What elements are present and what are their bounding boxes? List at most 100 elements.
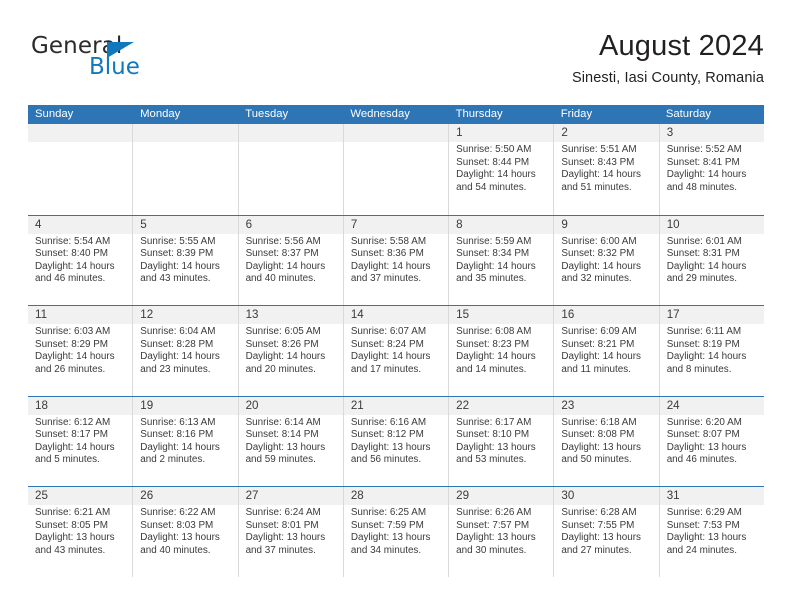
sunset-text: Sunset: 8:10 PM	[456, 429, 530, 441]
sunset-text: Sunset: 8:28 PM	[140, 338, 214, 350]
day-cell[interactable]: 19 Sunrise: 6:13 AM Sunset: 8:16 PM Dayl…	[132, 396, 238, 486]
day-cell[interactable]	[237, 124, 343, 215]
day-details: Sunrise: 5:50 AM Sunset: 8:44 PM Dayligh…	[449, 142, 553, 194]
daylight-text-line1: Daylight: 14 hours	[561, 351, 641, 363]
day-cell[interactable]	[132, 124, 238, 215]
daylight-text-line1: Daylight: 14 hours	[350, 260, 431, 272]
day-cell[interactable]: 8 Sunrise: 5:59 AM Sunset: 8:34 PM Dayli…	[448, 215, 554, 305]
week-row: 18 Sunrise: 6:12 AM Sunset: 8:17 PM Dayl…	[28, 395, 764, 486]
day-cell[interactable]: 6 Sunrise: 5:56 AM Sunset: 8:37 PM Dayli…	[237, 215, 343, 305]
day-details: Sunrise: 6:16 AM Sunset: 8:12 PM Dayligh…	[344, 415, 448, 467]
day-cell[interactable]: 17 Sunrise: 6:11 AM Sunset: 8:19 PM Dayl…	[658, 306, 764, 396]
sunset-text: Sunset: 8:36 PM	[350, 248, 424, 260]
sunrise-text: Sunrise: 5:50 AM	[456, 144, 532, 155]
day-cell[interactable]: 27 Sunrise: 6:24 AM Sunset: 8:01 PM Dayl…	[237, 487, 343, 577]
day-details	[239, 142, 343, 144]
daylight-text-line2: and 40 minutes.	[140, 544, 211, 556]
day-number: 19	[133, 396, 238, 415]
sunrise-text: Sunrise: 6:08 AM	[456, 326, 532, 337]
day-cell[interactable]: 22 Sunrise: 6:17 AM Sunset: 8:10 PM Dayl…	[448, 396, 554, 486]
daylight-text-line2: and 56 minutes.	[350, 454, 422, 466]
daylight-text-line2: and 46 minutes.	[666, 454, 737, 466]
daylight-text-line2: and 5 minutes.	[35, 454, 100, 466]
day-cell[interactable]: 5 Sunrise: 5:55 AM Sunset: 8:39 PM Dayli…	[132, 215, 238, 305]
sunset-text: Sunset: 8:03 PM	[140, 519, 214, 531]
day-details: Sunrise: 5:54 AM Sunset: 8:40 PM Dayligh…	[28, 234, 132, 286]
day-cell[interactable]: 26 Sunrise: 6:22 AM Sunset: 8:03 PM Dayl…	[132, 487, 238, 577]
sunrise-text: Sunrise: 6:25 AM	[350, 507, 427, 518]
day-details: Sunrise: 6:17 AM Sunset: 8:10 PM Dayligh…	[449, 415, 553, 467]
day-details: Sunrise: 6:03 AM Sunset: 8:29 PM Dayligh…	[28, 324, 132, 376]
day-cell[interactable]: 25 Sunrise: 6:21 AM Sunset: 8:05 PM Dayl…	[28, 487, 133, 577]
day-cell[interactable]: 2 Sunrise: 5:51 AM Sunset: 8:43 PM Dayli…	[553, 124, 659, 215]
day-cell[interactable]: 23 Sunrise: 6:18 AM Sunset: 8:08 PM Dayl…	[553, 396, 659, 486]
daylight-text-line1: Daylight: 14 hours	[140, 260, 220, 272]
day-details: Sunrise: 6:05 AM Sunset: 8:26 PM Dayligh…	[239, 324, 343, 376]
day-details: Sunrise: 6:09 AM Sunset: 8:21 PM Dayligh…	[554, 324, 658, 376]
day-details: Sunrise: 6:00 AM Sunset: 8:32 PM Dayligh…	[554, 234, 658, 286]
generalblue-logo[interactable]: General Blue	[31, 34, 231, 90]
sunset-text: Sunset: 8:12 PM	[350, 429, 424, 441]
day-cell[interactable]: 11 Sunrise: 6:03 AM Sunset: 8:29 PM Dayl…	[28, 306, 133, 396]
sunrise-text: Sunrise: 6:12 AM	[35, 416, 111, 428]
daylight-text-line2: and 35 minutes.	[456, 273, 527, 285]
daylight-text-line2: and 17 minutes.	[350, 363, 422, 375]
sunrise-text: Sunrise: 5:51 AM	[561, 144, 637, 155]
day-number: 20	[238, 396, 343, 415]
day-cell[interactable]: 29 Sunrise: 6:26 AM Sunset: 7:57 PM Dayl…	[448, 487, 554, 577]
weekday-header-monday: Monday	[140, 108, 181, 120]
daylight-text-line2: and 46 minutes.	[35, 273, 106, 285]
sunrise-text: Sunrise: 5:55 AM	[140, 235, 216, 247]
day-cell[interactable]: 7 Sunrise: 5:58 AM Sunset: 8:36 PM Dayli…	[342, 215, 449, 305]
day-details	[133, 142, 237, 144]
daylight-text-line2: and 40 minutes.	[245, 273, 316, 285]
day-cell[interactable]: 14 Sunrise: 6:07 AM Sunset: 8:24 PM Dayl…	[342, 306, 449, 396]
daylight-text-line1: Daylight: 13 hours	[35, 532, 115, 544]
day-details: Sunrise: 5:55 AM Sunset: 8:39 PM Dayligh…	[133, 234, 237, 286]
day-details: Sunrise: 6:04 AM Sunset: 8:28 PM Dayligh…	[133, 324, 237, 376]
day-cell[interactable]: 16 Sunrise: 6:09 AM Sunset: 8:21 PM Dayl…	[553, 306, 659, 396]
day-cell[interactable]: 4 Sunrise: 5:54 AM Sunset: 8:40 PM Dayli…	[28, 215, 133, 305]
day-cell[interactable]: 30 Sunrise: 6:28 AM Sunset: 7:55 PM Dayl…	[553, 487, 659, 577]
day-cell[interactable]: 18 Sunrise: 6:12 AM Sunset: 8:17 PM Dayl…	[28, 396, 133, 486]
day-cell[interactable]	[342, 124, 449, 215]
weekday-header-sunday: Sunday	[35, 108, 74, 120]
day-cell[interactable]: 1 Sunrise: 5:50 AM Sunset: 8:44 PM Dayli…	[448, 124, 554, 215]
day-details: Sunrise: 6:07 AM Sunset: 8:24 PM Dayligh…	[344, 324, 448, 376]
day-cell[interactable]	[28, 124, 133, 215]
daylight-text-line1: Daylight: 14 hours	[245, 351, 326, 363]
day-number: 8	[449, 215, 554, 234]
day-cell[interactable]: 21 Sunrise: 6:16 AM Sunset: 8:12 PM Dayl…	[342, 396, 449, 486]
daylight-text-line1: Daylight: 13 hours	[245, 532, 326, 544]
day-cell[interactable]: 10 Sunrise: 6:01 AM Sunset: 8:31 PM Dayl…	[658, 215, 764, 305]
sunset-text: Sunset: 8:39 PM	[140, 248, 214, 260]
day-number: 28	[343, 487, 449, 505]
day-details: Sunrise: 6:08 AM Sunset: 8:23 PM Dayligh…	[449, 324, 553, 376]
weekday-header-friday: Friday	[560, 108, 593, 120]
day-cell[interactable]: 28 Sunrise: 6:25 AM Sunset: 7:59 PM Dayl…	[342, 487, 449, 577]
daylight-text-line2: and 26 minutes.	[35, 363, 106, 375]
day-number: 23	[554, 396, 659, 415]
day-cell[interactable]: 20 Sunrise: 6:14 AM Sunset: 8:14 PM Dayl…	[237, 396, 343, 486]
day-cell[interactable]: 15 Sunrise: 6:08 AM Sunset: 8:23 PM Dayl…	[448, 306, 554, 396]
day-cell[interactable]: 31 Sunrise: 6:29 AM Sunset: 7:53 PM Dayl…	[658, 487, 764, 577]
day-cell[interactable]: 13 Sunrise: 6:05 AM Sunset: 8:26 PM Dayl…	[237, 306, 343, 396]
day-number: 25	[28, 487, 133, 505]
week-row: 4 Sunrise: 5:54 AM Sunset: 8:40 PM Dayli…	[28, 214, 764, 305]
sunset-text: Sunset: 8:32 PM	[561, 248, 635, 260]
day-number: 29	[449, 487, 554, 505]
sunset-text: Sunset: 8:29 PM	[35, 338, 109, 350]
day-cell[interactable]: 9 Sunrise: 6:00 AM Sunset: 8:32 PM Dayli…	[553, 215, 659, 305]
day-cell[interactable]: 24 Sunrise: 6:20 AM Sunset: 8:07 PM Dayl…	[658, 396, 764, 486]
sunset-text: Sunset: 8:23 PM	[456, 338, 530, 350]
daylight-text-line1: Daylight: 13 hours	[666, 532, 747, 544]
day-number: 7	[343, 215, 449, 234]
day-details: Sunrise: 6:11 AM Sunset: 8:19 PM Dayligh…	[660, 324, 764, 376]
day-cell[interactable]: 12 Sunrise: 6:04 AM Sunset: 8:28 PM Dayl…	[132, 306, 238, 396]
sunrise-text: Sunrise: 6:20 AM	[666, 416, 742, 428]
day-details: Sunrise: 6:29 AM Sunset: 7:53 PM Dayligh…	[660, 505, 764, 557]
sunrise-text: Sunrise: 6:21 AM	[35, 507, 111, 518]
sunrise-text: Sunrise: 6:18 AM	[561, 416, 637, 428]
weekday-header-row: Sunday Monday Tuesday Wednesday Thursday…	[28, 105, 764, 124]
day-cell[interactable]: 3 Sunrise: 5:52 AM Sunset: 8:41 PM Dayli…	[658, 124, 764, 215]
